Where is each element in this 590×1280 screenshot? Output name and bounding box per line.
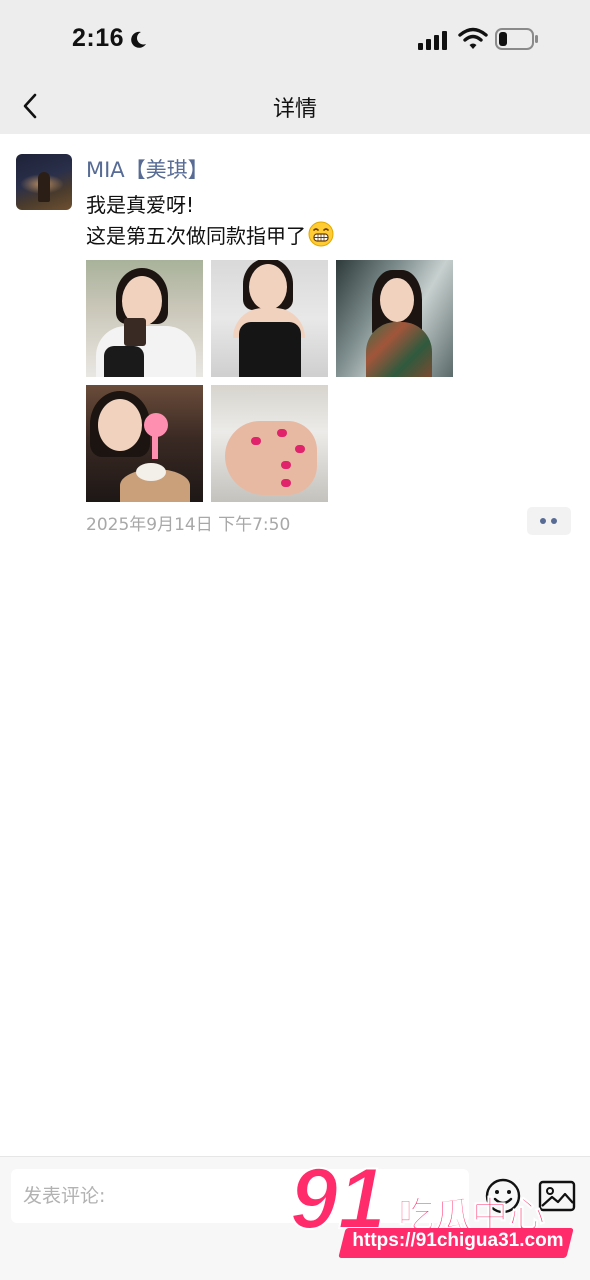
status-bar: 2:16	[0, 0, 590, 80]
post-text: 我是真爱呀! 这是第五次做同款指甲了	[86, 190, 334, 252]
photo-thumbnail[interactable]	[86, 385, 203, 502]
username-link[interactable]: MIA【美琪】	[86, 154, 209, 184]
grinning-face-emoji-icon	[308, 221, 334, 247]
photo-thumbnail[interactable]	[336, 260, 453, 377]
moon-icon	[131, 31, 146, 48]
photo-thumbnail[interactable]	[86, 260, 203, 377]
image-icon[interactable]	[538, 1179, 576, 1213]
post-text-line1: 我是真爱呀!	[86, 193, 195, 217]
emoji-face-icon[interactable]	[484, 1177, 522, 1215]
avatar-figure	[38, 172, 50, 202]
more-actions-button[interactable]	[527, 507, 571, 535]
more-dots-icon	[540, 518, 546, 524]
photo-thumbnail[interactable]	[211, 260, 328, 377]
wifi-icon	[458, 27, 488, 49]
comment-input[interactable]	[11, 1169, 469, 1223]
nav-bar: 详情	[0, 80, 590, 134]
avatar[interactable]	[16, 154, 72, 210]
status-time: 2:16	[72, 24, 125, 52]
photo-thumbnail[interactable]	[211, 385, 328, 502]
page-title: 详情	[272, 97, 317, 122]
more-dots-icon-dot	[551, 518, 557, 524]
comment-bar	[0, 1156, 590, 1280]
cellular-signal-icon	[418, 31, 447, 50]
post-timestamp: 2025年9月14日 下午7:50	[86, 515, 291, 535]
battery-icon	[495, 28, 538, 50]
post-text-line2: 这是第五次做同款指甲了	[86, 224, 306, 248]
